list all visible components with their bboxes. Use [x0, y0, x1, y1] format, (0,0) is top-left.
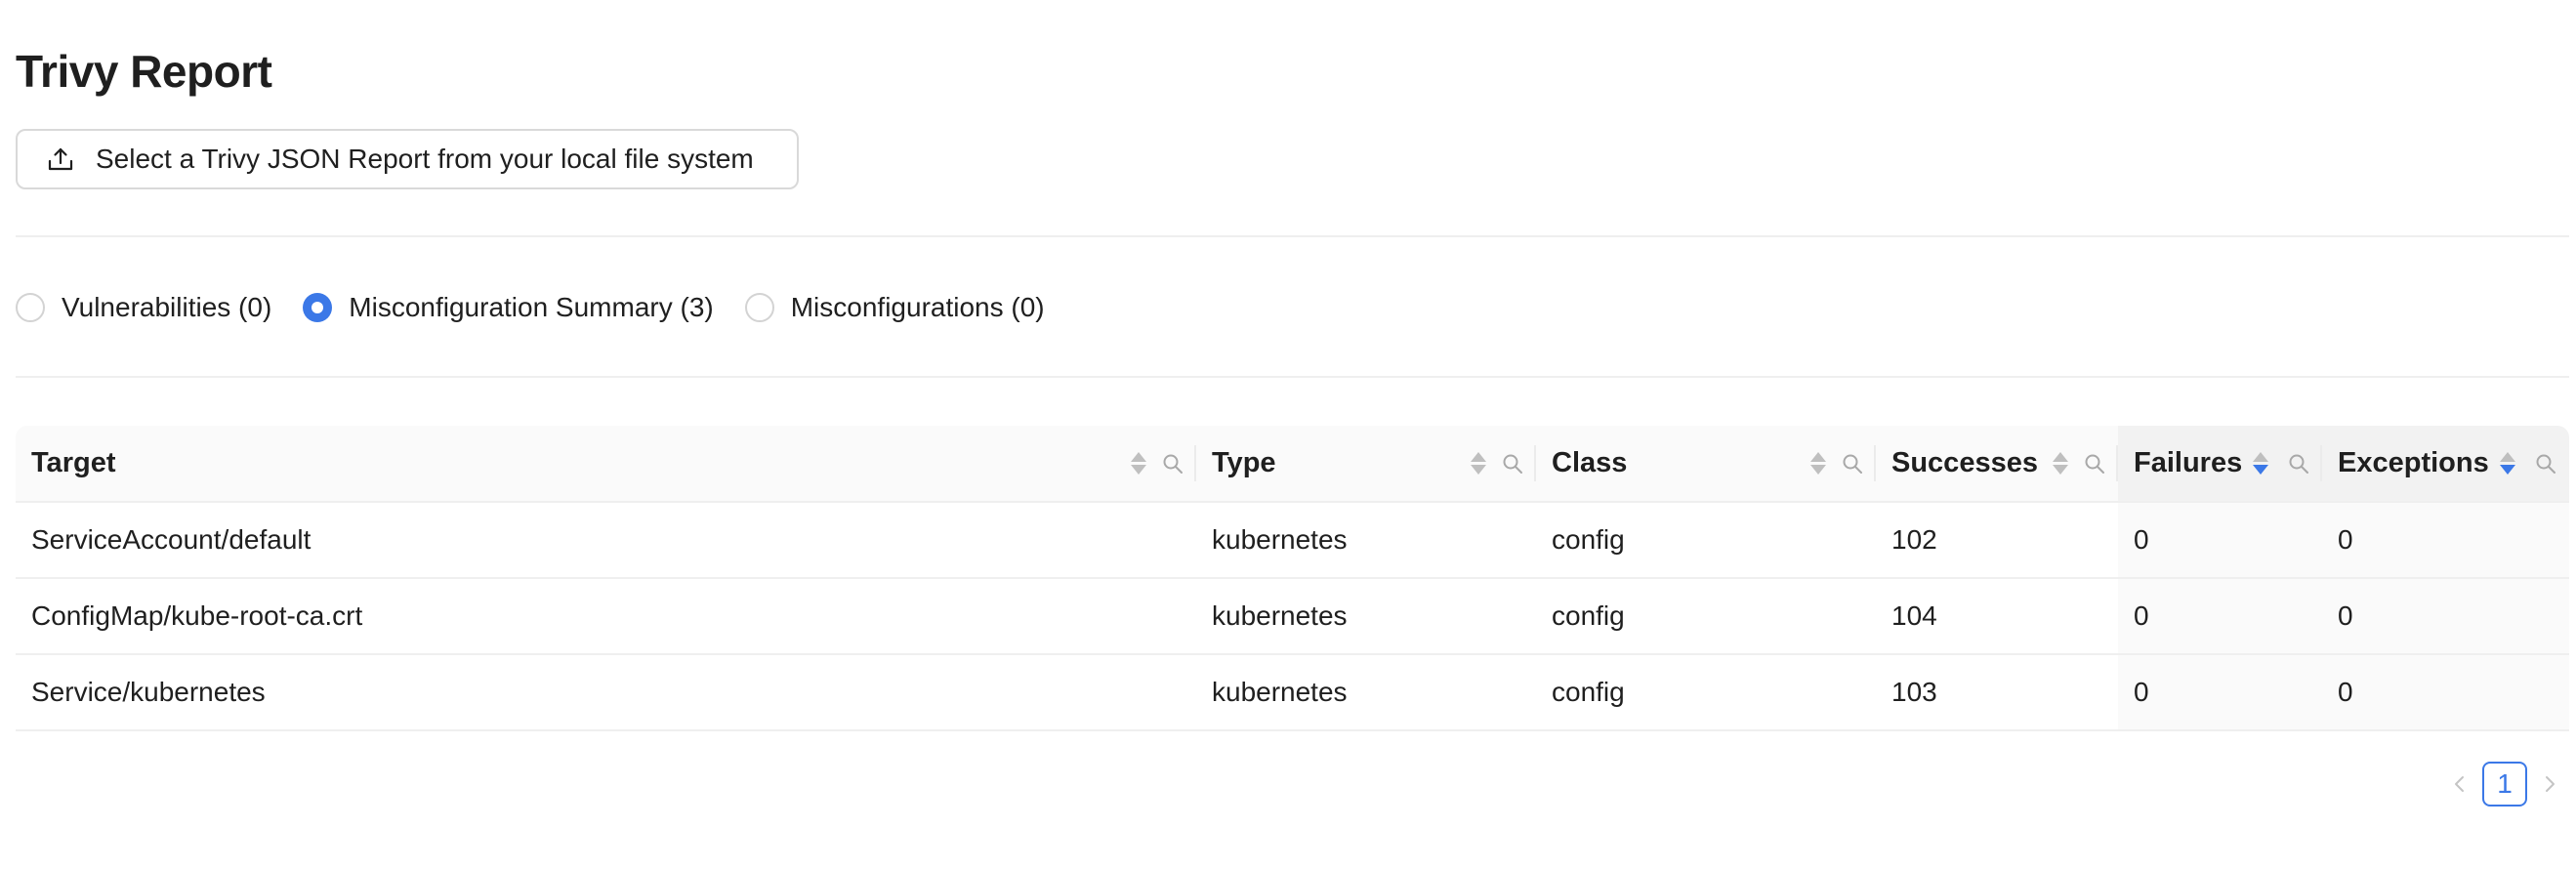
cell-failures: 0 [2118, 578, 2322, 655]
cell-type: kubernetes [1196, 654, 1536, 731]
cell-failures: 0 [2118, 502, 2322, 579]
select-report-label: Select a Trivy JSON Report from your loc… [96, 144, 754, 174]
cell-target: ServiceAccount/default [16, 502, 1196, 579]
cell-successes: 104 [1876, 578, 2118, 655]
radio-button[interactable] [744, 293, 774, 322]
pagination: 1 [2437, 762, 2572, 807]
search-icon[interactable] [1501, 452, 1524, 476]
radio-button[interactable] [16, 293, 45, 322]
column-header-exceptions: Exceptions [2322, 426, 2569, 503]
chevron-right-icon[interactable] [2527, 762, 2572, 807]
cell-class: config [1536, 502, 1876, 579]
cell-target: Service/kubernetes [16, 654, 1196, 731]
column-title: Failures [2134, 447, 2243, 478]
radio-vulnerabilities[interactable]: Vulnerabilities (0) [16, 292, 271, 323]
column-title: Exceptions [2338, 447, 2489, 478]
cell-class: config [1536, 654, 1876, 731]
divider [16, 376, 2569, 378]
view-selector: Vulnerabilities (0) Misconfiguration Sum… [16, 288, 1076, 327]
radio-button-checked[interactable] [303, 293, 333, 322]
radio-misconfigurations[interactable]: Misconfigurations (0) [744, 292, 1045, 323]
column-header-failures: Failures [2118, 426, 2322, 503]
cell-type: kubernetes [1196, 578, 1536, 655]
column-title: Target [31, 447, 116, 478]
chevron-left-icon[interactable] [2437, 762, 2482, 807]
table-row: Service/kubernetes kubernetes config 103… [16, 654, 2569, 731]
column-title: Type [1212, 447, 1276, 478]
cell-type: kubernetes [1196, 502, 1536, 579]
column-header-successes: Successes [1876, 426, 2118, 503]
page-title: Trivy Report [16, 46, 272, 97]
table-header-row: Target Type Class Successes Failures Exc… [16, 426, 2569, 503]
cell-failures: 0 [2118, 654, 2322, 731]
column-header-class: Class [1536, 426, 1876, 503]
radio-label: Vulnerabilities (0) [62, 292, 272, 322]
search-icon[interactable] [1841, 452, 1864, 476]
column-header-target: Target [16, 426, 1196, 503]
sort-descending-icon[interactable] [2250, 444, 2271, 483]
search-icon[interactable] [2083, 452, 2106, 476]
upload-icon [47, 145, 74, 173]
select-report-button[interactable]: Select a Trivy JSON Report from your loc… [16, 129, 799, 189]
page-number-button[interactable]: 1 [2482, 762, 2527, 807]
sort-icon[interactable] [1128, 444, 1149, 483]
table-row: ConfigMap/kube-root-ca.crt kubernetes co… [16, 578, 2569, 655]
sort-icon[interactable] [1468, 444, 1489, 483]
cell-target: ConfigMap/kube-root-ca.crt [16, 578, 1196, 655]
sort-descending-icon[interactable] [2497, 444, 2518, 483]
search-icon[interactable] [2534, 452, 2557, 476]
search-icon[interactable] [1161, 452, 1184, 476]
search-icon[interactable] [2287, 452, 2310, 476]
column-title: Successes [1891, 447, 2038, 478]
cell-class: config [1536, 578, 1876, 655]
summary-table: Target Type Class Successes Failures Exc… [16, 426, 2569, 731]
table-row: ServiceAccount/default kubernetes config… [16, 502, 2569, 579]
cell-exceptions: 0 [2322, 654, 2569, 731]
sort-icon[interactable] [2050, 444, 2071, 483]
divider [16, 235, 2569, 237]
radio-label: Misconfiguration Summary (3) [349, 292, 714, 322]
cell-successes: 103 [1876, 654, 2118, 731]
sort-icon[interactable] [1807, 444, 1829, 483]
radio-label: Misconfigurations (0) [790, 292, 1045, 322]
column-title: Class [1552, 447, 1628, 478]
cell-exceptions: 0 [2322, 578, 2569, 655]
cell-exceptions: 0 [2322, 502, 2569, 579]
radio-misconfiguration-summary[interactable]: Misconfiguration Summary (3) [303, 292, 714, 323]
column-header-type: Type [1196, 426, 1536, 503]
cell-successes: 102 [1876, 502, 2118, 579]
